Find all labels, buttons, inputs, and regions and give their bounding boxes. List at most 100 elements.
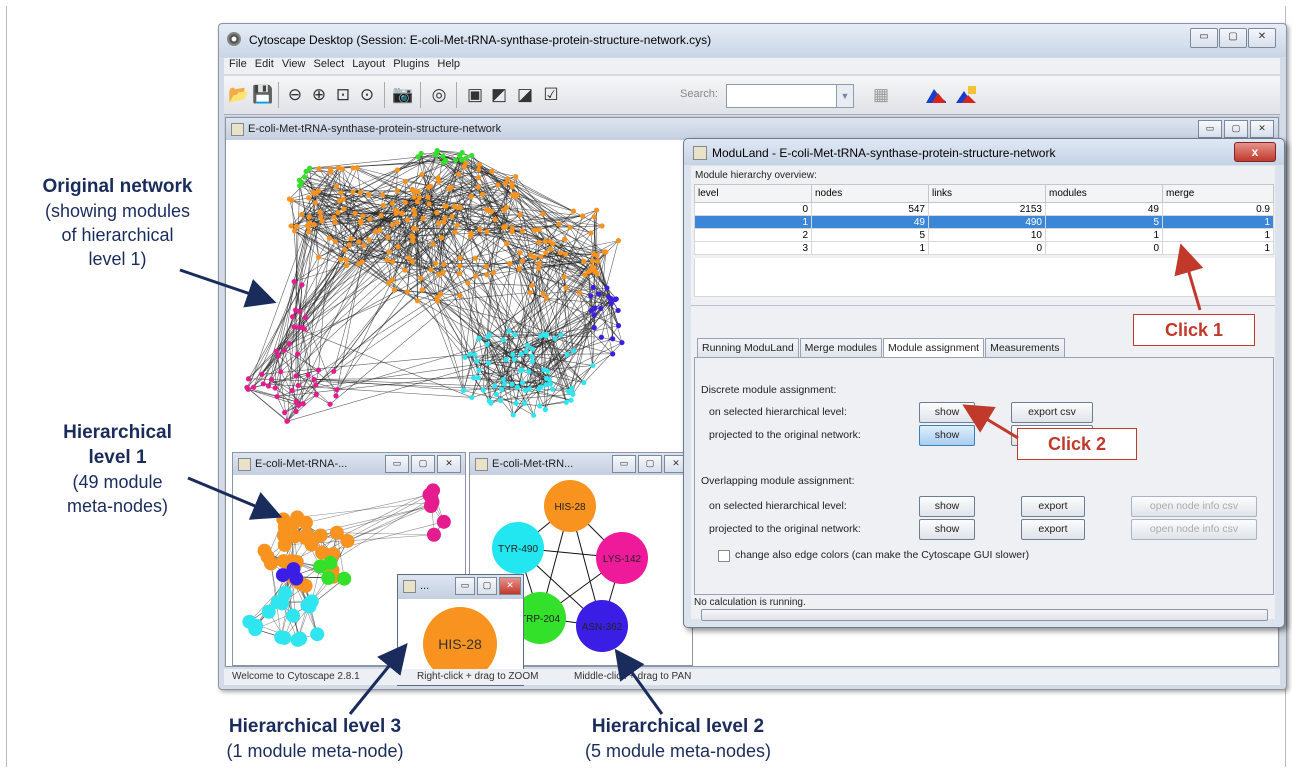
network-node[interactable] [402,178,409,184]
network-node[interactable] [433,260,439,266]
network-node[interactable] [527,289,533,296]
discrete-selected-export-csv-button[interactable]: export csv [1011,402,1093,423]
network-node[interactable] [333,393,339,399]
network-node[interactable] [469,152,475,159]
network-node[interactable] [591,251,597,257]
network-node[interactable] [393,207,399,213]
network-node[interactable] [608,301,614,307]
network-node[interactable] [468,193,474,200]
overlapping-selected-export-button[interactable]: export [1021,496,1085,517]
network-node[interactable] [292,307,299,313]
network-node[interactable] [497,397,504,403]
network-node[interactable] [315,188,322,194]
network-node[interactable] [475,184,481,190]
network-node[interactable] [366,191,372,198]
network-node[interactable] [282,409,288,416]
network-node[interactable] [460,387,466,394]
network-node[interactable] [582,272,588,278]
network-node[interactable] [356,239,362,245]
network-node[interactable] [289,571,304,586]
network-node[interactable] [419,287,425,293]
network-node[interactable] [339,166,346,172]
network-node[interactable] [380,202,386,209]
network-node[interactable] [510,351,516,358]
network-node[interactable] [419,172,425,178]
network-node[interactable] [486,360,492,366]
network-node[interactable] [313,392,319,398]
network-node[interactable] [310,189,316,195]
network-node[interactable] [326,235,332,241]
network-node[interactable] [295,382,301,389]
network-node[interactable] [443,157,449,163]
network-node[interactable] [389,222,396,228]
edge-colors-checkbox[interactable] [718,550,730,562]
network-node[interactable] [514,191,520,198]
network-node[interactable] [449,213,455,220]
network-node[interactable] [425,494,440,509]
close-button[interactable]: ✕ [1248,28,1276,48]
network-node[interactable] [476,166,482,173]
frame-minimize-button[interactable]: ▭ [385,455,409,473]
network-node[interactable] [480,387,486,393]
dialog-close-button[interactable]: x [1234,142,1276,162]
search-input[interactable] [726,84,838,108]
network-node[interactable] [441,219,447,225]
network-node[interactable] [610,351,616,357]
frame-minimize-button[interactable]: ▭ [612,455,636,473]
network-node[interactable] [590,362,596,369]
network-node[interactable] [268,376,275,383]
network-node[interactable] [311,221,317,228]
network-node[interactable] [294,223,300,229]
network-node[interactable] [409,233,415,239]
network-node[interactable] [390,259,396,265]
zoom-selected-icon[interactable]: ⊡ [332,84,354,106]
network-node[interactable] [563,285,569,291]
network-node[interactable] [484,272,490,278]
network-node[interactable] [548,246,554,252]
network-node[interactable] [591,312,597,318]
network-node[interactable] [483,263,490,269]
network-node[interactable] [518,351,524,357]
network-node[interactable] [468,230,474,237]
network-node[interactable] [317,209,323,215]
network-node[interactable] [509,192,516,198]
discrete-projected-show-button[interactable]: show [919,425,975,446]
network-node[interactable] [332,219,338,225]
network-node[interactable] [552,335,558,342]
overlapping-projected-show-button[interactable]: show [919,519,975,540]
network-node[interactable] [427,183,434,189]
network-node[interactable] [307,165,313,171]
network-node[interactable] [519,228,525,234]
network-node[interactable] [564,351,570,358]
network-node[interactable] [536,386,542,392]
network-node[interactable] [501,224,507,230]
network-node[interactable] [386,249,392,255]
frame-close-button[interactable]: ✕ [499,577,521,595]
network-node[interactable] [562,236,568,242]
network-node[interactable] [501,381,508,387]
network-node[interactable] [409,258,416,265]
network-node[interactable] [593,269,599,275]
network-node[interactable] [380,192,386,198]
network-node[interactable] [367,216,373,222]
network-node[interactable] [329,525,344,540]
network-node[interactable] [576,290,582,296]
network-node[interactable] [291,228,298,234]
network-node[interactable] [587,268,593,274]
network-node[interactable] [591,214,597,220]
chart-icon[interactable] [924,84,946,106]
network-node[interactable] [287,529,302,544]
network-node[interactable] [517,212,523,218]
network-node[interactable] [470,375,477,381]
table-row[interactable]: 2 5 10 1 1 [694,228,1274,242]
menu-help[interactable]: Help [437,58,460,70]
network-node[interactable] [581,380,587,386]
network-node[interactable] [335,209,341,216]
discrete-selected-show-button[interactable]: show [919,402,975,423]
network-node[interactable] [532,254,538,261]
network-node[interactable] [557,250,564,256]
network-node[interactable] [596,291,602,297]
network-node[interactable] [543,295,549,302]
network-node[interactable] [291,324,297,330]
network-node[interactable] [304,537,319,552]
